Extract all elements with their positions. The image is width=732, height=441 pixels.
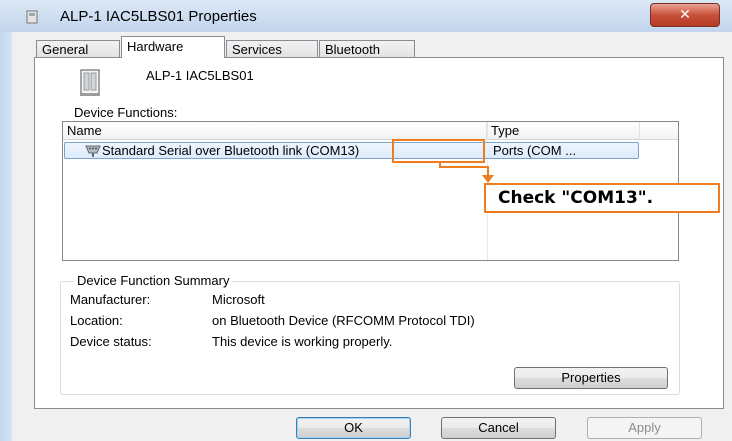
tab-general[interactable]: General [36,40,120,57]
device-icon [26,10,38,24]
manufacturer-label: Manufacturer: [70,292,151,307]
window-title: ALP-1 IAC5LBS01 Properties [60,8,257,25]
manufacturer-value: Microsoft [212,292,265,307]
column-header-name[interactable]: Name [63,122,487,139]
device-functions-label: Device Functions: [74,105,178,120]
annotation-callout: Check "COM13". [484,183,720,213]
serial-port-icon [85,145,101,157]
properties-button[interactable]: Properties [514,367,668,389]
com-port-highlight [392,139,485,163]
title-bar[interactable]: ALP-1 IAC5LBS01 Properties ✕ [0,0,732,32]
list-item[interactable]: Standard Serial over Bluetooth link (COM… [64,142,639,159]
location-label: Location: [70,313,123,328]
close-icon: ✕ [679,6,691,22]
tab-bluetooth[interactable]: Bluetooth [319,40,415,57]
ok-button[interactable]: OK [296,417,411,439]
group-legend: Device Function Summary [74,273,233,288]
tab-hardware[interactable]: Hardware [121,36,225,58]
device-status-label: Device status: [70,334,152,349]
list-header: Name Type [63,122,678,140]
properties-dialog: ALP-1 IAC5LBS01 Properties ✕ General Har… [0,0,732,441]
window-frame-left [0,32,12,441]
list-item-name: Standard Serial over Bluetooth link (COM… [102,143,360,158]
device-name: ALP-1 IAC5LBS01 [146,68,254,83]
location-value: on Bluetooth Device (RFCOMM Protocol TDI… [212,313,475,328]
column-header-type[interactable]: Type [487,122,640,139]
list-item-type: Ports (COM ... [493,143,577,158]
close-button[interactable]: ✕ [650,3,720,27]
apply-button[interactable]: Apply [587,417,702,439]
tab-services[interactable]: Services [226,40,318,57]
device-icon [80,69,100,96]
cancel-button[interactable]: Cancel [441,417,556,439]
device-status-value: This device is working properly. [212,334,393,349]
